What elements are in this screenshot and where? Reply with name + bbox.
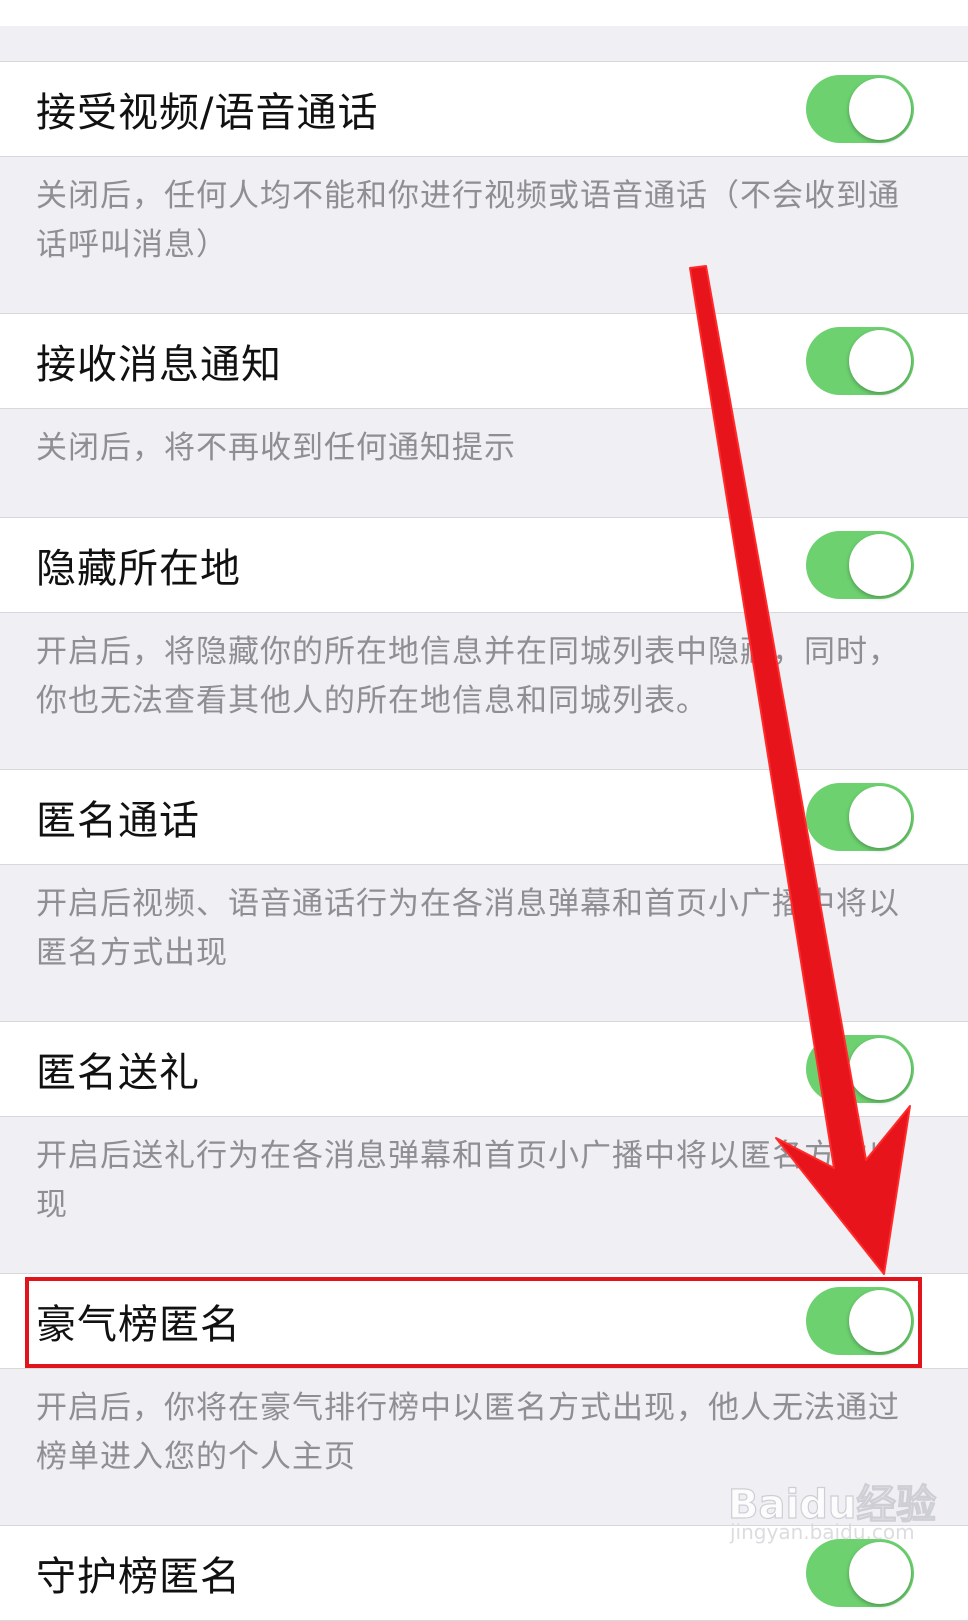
setting-description: 关闭后，任何人均不能和你进行视频或语音通话（不会收到通话呼叫消息）	[36, 178, 900, 263]
setting-label: 守护榜匿名	[36, 1554, 241, 1600]
toggle-knob	[849, 534, 911, 596]
top-strip	[0, 0, 968, 26]
highlight-annotation-box	[25, 1277, 922, 1368]
video-voice-call-toggle[interactable]	[806, 75, 914, 143]
setting-label: 匿名通话	[36, 798, 200, 844]
setting-label: 匿名送礼	[36, 1050, 200, 1096]
hide-location-toggle[interactable]	[806, 531, 914, 599]
toggle-knob	[849, 786, 911, 848]
anonymous-gift-toggle[interactable]	[806, 1035, 914, 1103]
setting-row-anonymous-call[interactable]: 匿名通话	[0, 769, 968, 865]
watermark-url: jingyan.baidu.com	[730, 1520, 915, 1544]
anonymous-call-toggle[interactable]	[806, 783, 914, 851]
watermark: Baidu经验 jingyan.baidu.com	[727, 1468, 937, 1558]
message-notification-toggle[interactable]	[806, 327, 914, 395]
setting-description: 关闭后，将不再收到任何通知提示	[36, 430, 516, 466]
setting-row-message-notification[interactable]: 接收消息通知	[0, 313, 968, 409]
setting-description: 开启后，将隐藏你的所在地信息并在同城列表中隐藏，同时，你也无法查看其他人的所在地…	[36, 634, 900, 719]
setting-label: 接收消息通知	[36, 342, 282, 388]
toggle-knob	[849, 1038, 911, 1100]
setting-label: 隐藏所在地	[36, 546, 241, 592]
setting-row-hide-location[interactable]: 隐藏所在地	[0, 517, 968, 613]
toggle-knob	[849, 78, 911, 140]
setting-label: 接受视频/语音通话	[36, 90, 379, 136]
toggle-knob	[849, 330, 911, 392]
setting-description: 开启后送礼行为在各消息弹幕和首页小广播中将以匿名方式出现	[36, 1138, 900, 1223]
setting-description: 开启后视频、语音通话行为在各消息弹幕和首页小广播中将以匿名方式出现	[36, 886, 900, 971]
setting-row-anonymous-gift[interactable]: 匿名送礼	[0, 1021, 968, 1117]
setting-row-video-voice-call[interactable]: 接受视频/语音通话	[0, 61, 968, 157]
